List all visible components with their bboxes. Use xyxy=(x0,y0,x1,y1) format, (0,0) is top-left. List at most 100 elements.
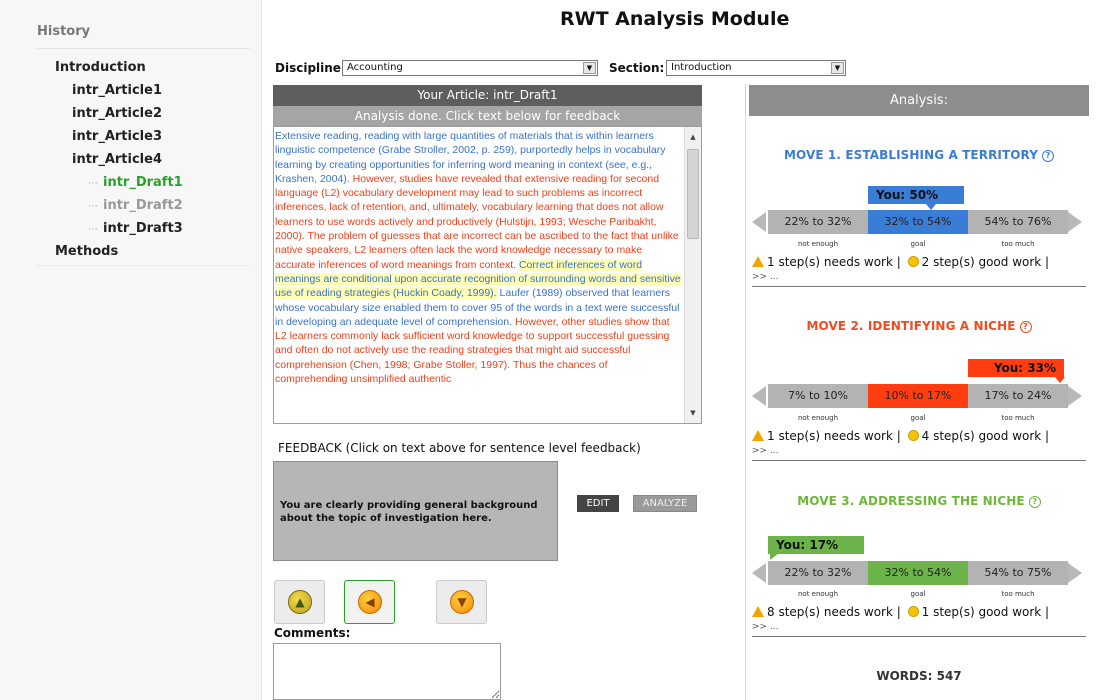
tree-connector-icon: ⋯ xyxy=(88,178,98,189)
move-3-steps-summary[interactable]: 8 step(s) needs work | 1 step(s) good wo… xyxy=(752,603,1086,637)
analyze-button[interactable]: ANALYZE xyxy=(633,495,697,512)
you-score-tag: You: 50% xyxy=(868,186,964,204)
range-label: goal xyxy=(910,414,926,422)
more-link[interactable]: >> ... xyxy=(752,272,779,282)
needs-work-text: 1 step(s) needs work | xyxy=(767,429,901,443)
steps-row: 1 step(s) needs work | 2 step(s) good wo… xyxy=(752,255,1049,269)
range-segment-low: 22% to 32% xyxy=(768,561,868,585)
range-segment-high: 17% to 24% xyxy=(968,384,1068,408)
move-3-range-meter: 22% to 32% 32% to 54% 54% to 75% xyxy=(752,561,1082,585)
you-score-tag: You: 17% xyxy=(768,536,864,554)
range-label: goal xyxy=(910,590,926,598)
meter-right-cap xyxy=(1068,212,1082,232)
edit-button[interactable]: EDIT xyxy=(577,495,619,512)
warning-icon xyxy=(752,256,764,267)
sidebar-item-intr-article1[interactable]: intr_Article1 xyxy=(72,83,162,98)
section-label: Section: xyxy=(609,61,665,75)
meter-left-cap xyxy=(752,563,766,583)
move-2-steps-summary[interactable]: 1 step(s) needs work | 4 step(s) good wo… xyxy=(752,427,1086,461)
move-2-title[interactable]: MOVE 2. IDENTIFYING A NICHE? xyxy=(749,319,1089,333)
comments-label: Comments: xyxy=(274,626,351,640)
range-label: goal xyxy=(910,240,926,248)
meter-left-cap xyxy=(752,212,766,232)
page-title: RWT Analysis Module xyxy=(560,8,790,30)
thumbs-neutral-button[interactable]: ◀ xyxy=(344,580,395,624)
meter-left-cap xyxy=(752,386,766,406)
sidebar-item-intr-draft2[interactable]: ⋯ intr_Draft2 xyxy=(88,198,183,213)
move-1-steps-summary[interactable]: 1 step(s) needs work | 2 step(s) good wo… xyxy=(752,253,1086,287)
sidebar-item-intr-article3[interactable]: intr_Article3 xyxy=(72,129,162,144)
score-pointer-icon xyxy=(1055,377,1065,383)
chevron-down-icon[interactable]: ▼ xyxy=(831,62,844,74)
move-1-range-meter: 22% to 32% 32% to 54% 54% to 76% xyxy=(752,210,1082,234)
smiley-icon xyxy=(907,256,919,267)
sidebar-item-label: intr_Draft3 xyxy=(103,221,183,236)
article-header: Your Article: intr_Draft1 xyxy=(273,85,702,106)
sidebar-item-intr-draft1[interactable]: ⋯ intr_Draft1 xyxy=(88,175,183,190)
thumbs-up-button[interactable]: ▲ xyxy=(274,580,325,624)
chevron-down-icon[interactable]: ▼ xyxy=(583,62,596,74)
section-select[interactable]: Introduction ▼ xyxy=(666,60,846,76)
feedback-text: You are clearly providing general backgr… xyxy=(280,500,538,524)
move-title-text: MOVE 2. IDENTIFYING A NICHE xyxy=(806,319,1016,333)
range-label: not enough xyxy=(797,240,839,248)
range-label: too much xyxy=(1001,414,1035,422)
comments-textarea[interactable] xyxy=(273,643,501,700)
article-body: Extensive reading, reading with large qu… xyxy=(274,128,684,386)
sidebar-item-introduction[interactable]: Introduction xyxy=(55,60,146,75)
tree-connector-icon: ⋯ xyxy=(88,201,98,212)
scroll-up-arrow-icon[interactable]: ▲ xyxy=(688,132,698,142)
thumbs-down-button[interactable]: ▼ xyxy=(436,580,487,624)
steps-row: 1 step(s) needs work | 4 step(s) good wo… xyxy=(752,429,1049,443)
article-scrollbar[interactable]: ▲ ▼ xyxy=(684,127,701,423)
good-work-text: 4 step(s) good work | xyxy=(921,429,1050,443)
range-segment-high: 54% to 76% xyxy=(968,210,1068,234)
discipline-label: Discipline: xyxy=(275,61,346,75)
section-select-value: Introduction xyxy=(671,62,732,73)
move-2-range-meter: 7% to 10% 10% to 17% 17% to 24% xyxy=(752,384,1082,408)
analysis-header: Analysis: xyxy=(749,85,1089,116)
feedback-box: You are clearly providing general backgr… xyxy=(273,461,558,561)
sidebar-item-intr-article4[interactable]: intr_Article4 xyxy=(72,152,162,167)
move-title-text: MOVE 1. ESTABLISHING A TERRITORY xyxy=(783,148,1039,162)
history-title: History xyxy=(37,24,91,39)
sidebar-bottom-divider xyxy=(37,265,250,266)
feedback-label: FEEDBACK (Click on text above for senten… xyxy=(278,441,641,455)
help-icon[interactable]: ? xyxy=(1028,496,1041,508)
sidebar-item-methods[interactable]: Methods xyxy=(55,244,118,259)
range-segment-goal: 32% to 54% xyxy=(868,561,968,585)
discipline-select-value: Accounting xyxy=(347,62,403,73)
move-title-text: MOVE 3. ADDRESSING THE NICHE xyxy=(797,494,1025,508)
help-icon[interactable]: ? xyxy=(1019,321,1032,333)
range-label: too much xyxy=(1001,240,1035,248)
discipline-select[interactable]: Accounting ▼ xyxy=(342,60,598,76)
article-status: Analysis done. Click text below for feed… xyxy=(273,106,702,126)
range-label: too much xyxy=(1001,590,1035,598)
smiley-icon xyxy=(907,606,919,617)
needs-work-text: 8 step(s) needs work | xyxy=(767,605,901,619)
help-icon[interactable]: ? xyxy=(1042,150,1055,162)
range-segment-low: 7% to 10% xyxy=(768,384,868,408)
move-3-title[interactable]: MOVE 3. ADDRESSING THE NICHE? xyxy=(749,494,1089,508)
sidebar-item-intr-article2[interactable]: intr_Article2 xyxy=(72,106,162,121)
history-sidebar: History Introduction intr_Article1 intr_… xyxy=(0,0,262,700)
more-link[interactable]: >> ... xyxy=(752,622,779,632)
score-pointer-icon xyxy=(770,553,779,560)
range-segment-high: 54% to 75% xyxy=(968,561,1068,585)
sidebar-item-label: intr_Draft2 xyxy=(103,198,183,213)
steps-row: 8 step(s) needs work | 1 step(s) good wo… xyxy=(752,605,1049,619)
scrollbar-thumb[interactable] xyxy=(687,149,699,239)
good-work-text: 1 step(s) good work | xyxy=(921,605,1050,619)
tree-connector-icon: ⋯ xyxy=(88,224,98,235)
thumbs-neutral-icon: ◀ xyxy=(358,590,382,614)
scroll-down-arrow-icon[interactable]: ▼ xyxy=(688,408,698,418)
move-1-title[interactable]: MOVE 1. ESTABLISHING A TERRITORY? xyxy=(749,148,1089,162)
more-link[interactable]: >> ... xyxy=(752,446,779,456)
article-text-area[interactable]: Extensive reading, reading with large qu… xyxy=(273,126,702,424)
warning-icon xyxy=(752,606,764,617)
meter-right-cap xyxy=(1068,563,1082,583)
range-label: not enough xyxy=(797,414,839,422)
sidebar-item-intr-draft3[interactable]: ⋯ intr_Draft3 xyxy=(88,221,183,236)
thumbs-down-icon: ▼ xyxy=(450,590,474,614)
sidebar-item-label: intr_Draft1 xyxy=(103,175,183,190)
